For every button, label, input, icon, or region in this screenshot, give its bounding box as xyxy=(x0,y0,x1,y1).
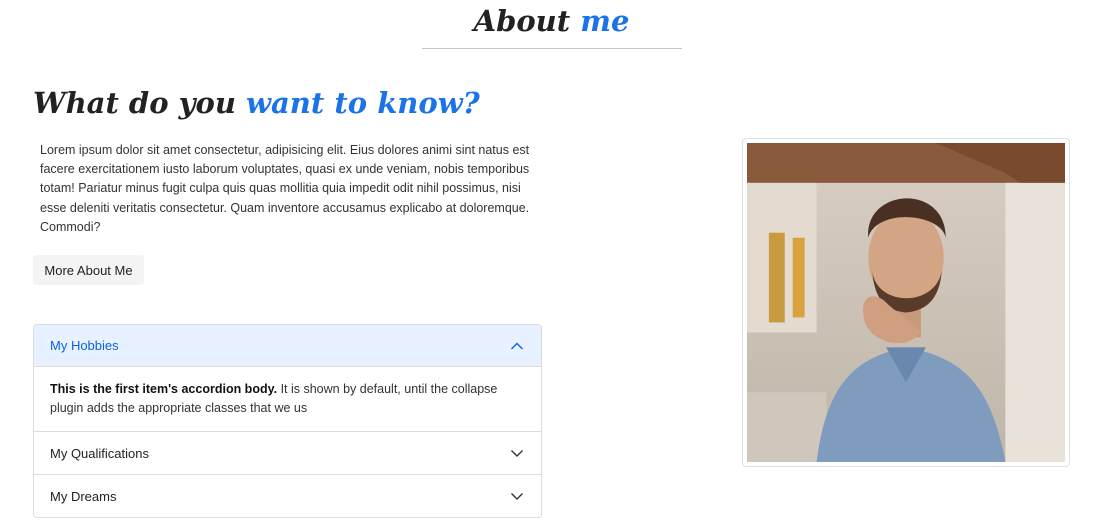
intro-paragraph: Lorem ipsum dolor sit amet consectetur, … xyxy=(40,143,530,234)
profile-photo xyxy=(747,143,1065,462)
accordion-item-dreams: My Dreams xyxy=(34,475,541,517)
section-title: About me xyxy=(0,4,1095,38)
title-accent: me xyxy=(580,4,630,38)
accordion-item-hobbies: My Hobbies This is the first item's acco… xyxy=(34,325,541,432)
accordion-body-bold: This is the first item's accordion body. xyxy=(50,382,278,396)
accordion-header-hobbies[interactable]: My Hobbies xyxy=(34,325,541,367)
accordion-item-qualifications: My Qualifications xyxy=(34,432,541,475)
title-divider xyxy=(422,48,682,49)
chevron-down-icon xyxy=(509,488,525,504)
accordion: My Hobbies This is the first item's acco… xyxy=(33,324,542,518)
chevron-down-icon xyxy=(509,445,525,461)
accordion-label: My Hobbies xyxy=(50,338,119,353)
accordion-header-qualifications[interactable]: My Qualifications xyxy=(34,432,541,474)
accordion-label: My Qualifications xyxy=(50,445,149,461)
more-about-me-button[interactable]: More About Me xyxy=(33,255,144,285)
chevron-up-icon xyxy=(509,338,525,354)
accordion-body-hobbies: This is the first item's accordion body.… xyxy=(34,367,541,431)
intro-heading: What do you want to know? xyxy=(33,86,480,120)
title-main: About xyxy=(473,4,571,38)
profile-photo-frame xyxy=(742,138,1070,467)
heading-accent: want to know? xyxy=(246,86,480,120)
heading-main: What do you xyxy=(33,86,236,120)
accordion-header-dreams[interactable]: My Dreams xyxy=(34,475,541,517)
accordion-label: My Dreams xyxy=(50,488,117,504)
